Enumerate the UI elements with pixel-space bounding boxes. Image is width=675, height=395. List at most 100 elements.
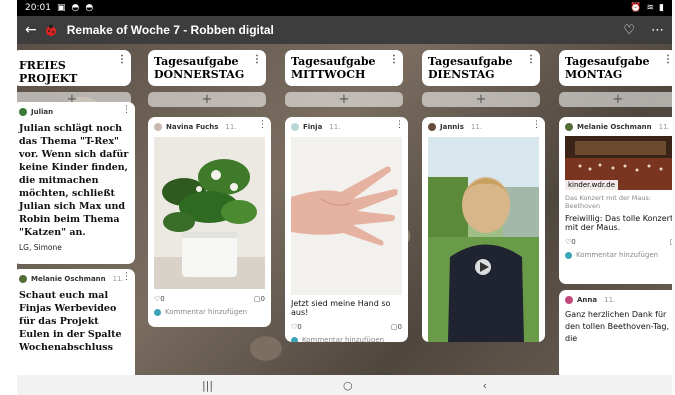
column-title-line1: Tagesaufgabe <box>291 55 376 68</box>
avatar <box>291 123 299 131</box>
app-frame: 20:01 ▣ ◓ ◓ ⏰ ≋ ▮ ← Remake of Woche 7 - … <box>17 0 672 395</box>
column-header: Tagesaufgabe MONTAG ⋮ <box>559 50 672 86</box>
column-header: FREIES PROJEKT ⋮ <box>17 50 131 86</box>
author-name: Jannis <box>440 123 464 131</box>
column-freies-projekt: FREIES PROJEKT ⋮ + <box>17 50 131 107</box>
column-title-line1: Tagesaufgabe <box>154 55 239 68</box>
column-menu-icon[interactable]: ⋮ <box>117 53 127 66</box>
author-name: Anna <box>577 296 598 304</box>
post-text: Freiwillig: Das tolle Konzert mit der Ma… <box>565 214 672 232</box>
author-name: Navina Fuchs <box>166 123 219 131</box>
column-mittwoch: Tagesaufgabe MITTWOCH ⋮ + <box>285 50 403 107</box>
post-text: Schaut euch mal Finjas Werbevideo für da… <box>19 290 122 353</box>
video-thumbnail[interactable] <box>428 137 539 342</box>
image-notification-icon: ▣ <box>56 3 66 13</box>
link-source-label: kinder.wdr.de <box>565 180 619 190</box>
post-card-anna[interactable]: ⋮ Anna11. Ganz herzlichen Dank für den t… <box>559 290 672 375</box>
alarm-icon: ⏰ <box>630 3 642 13</box>
like-button[interactable]: ♡0 <box>154 295 165 303</box>
avatar <box>19 108 27 116</box>
column-title-line2: MITTWOCH <box>291 68 366 81</box>
post-card-melanie-2[interactable]: ⋮ Melanie Oschmann11. kinder.wdr.de Das … <box>559 117 672 284</box>
column-title-line2: DIENSTAG <box>428 68 495 81</box>
post-card-jannis[interactable]: ⋮ Jannis 11. <box>422 117 545 342</box>
home-icon[interactable]: ○ <box>343 379 353 392</box>
comment-count-button[interactable]: ▢ <box>669 238 672 246</box>
author-name: Melanie Oschmann <box>577 123 652 131</box>
column-dienstag: Tagesaufgabe DIENSTAG ⋮ + <box>422 50 540 107</box>
post-menu-icon[interactable]: ⋮ <box>669 120 672 130</box>
post-signature: LG, Simone <box>19 243 62 252</box>
back-icon[interactable]: ‹ <box>483 379 487 392</box>
column-header: Tagesaufgabe MITTWOCH ⋮ <box>285 50 403 86</box>
link-title: Das Konzert mit der Maus: Beethoven <box>565 194 652 210</box>
post-menu-icon[interactable]: ⋮ <box>122 272 131 282</box>
column-title-line2: DONNERSTAG <box>154 68 245 81</box>
post-card-finja[interactable]: ⋮ Finja 11. Jetzt sied meine Hand so aus!… <box>285 117 408 342</box>
post-menu-icon[interactable]: ⋮ <box>258 120 267 130</box>
like-button[interactable]: ♡0 <box>565 238 576 246</box>
post-text: Ganz herzlichen Dank für den tollen Beet… <box>565 310 670 343</box>
add-post-button[interactable]: + <box>422 92 540 107</box>
add-post-button[interactable]: + <box>559 92 672 107</box>
post-card-navina[interactable]: ⋮ Navina Fuchs 11. ♡0 ▢0 Kommentar hinzu… <box>148 117 271 327</box>
add-post-button[interactable]: + <box>285 92 403 107</box>
post-card-julian[interactable]: ⋮ Julian Julian schlägt noch das Thema "… <box>17 102 135 264</box>
post-menu-icon[interactable]: ⋮ <box>122 105 131 115</box>
add-comment-field[interactable]: Kommentar hinzufügen <box>154 308 265 316</box>
column-menu-icon[interactable]: ⋮ <box>252 53 262 66</box>
concert-photo[interactable]: kinder.wdr.de <box>565 136 672 190</box>
column-header: Tagesaufgabe DONNERSTAG ⋮ <box>148 50 266 86</box>
post-menu-icon[interactable]: ⋮ <box>669 293 672 303</box>
avatar <box>428 123 436 131</box>
status-bar: 20:01 ▣ ◓ ◓ ⏰ ≋ ▮ <box>17 0 672 16</box>
column-title-line1: Tagesaufgabe <box>565 55 650 68</box>
post-caption: Jetzt sied meine Hand so aus! <box>291 299 391 317</box>
author-name: Julian <box>31 108 54 116</box>
column-montag: Tagesaufgabe MONTAG ⋮ + <box>559 50 672 107</box>
avatar <box>565 123 573 131</box>
avatar <box>154 123 162 131</box>
avatar <box>154 308 161 316</box>
battery-icon: ▮ <box>659 3 664 13</box>
avatar <box>19 275 27 283</box>
gamepad-notification-icon-2: ◓ <box>85 3 94 13</box>
column-menu-icon[interactable]: ⋮ <box>663 53 672 66</box>
plant-photo[interactable] <box>154 137 265 289</box>
wifi-icon: ≋ <box>646 3 655 13</box>
avatar <box>565 251 572 259</box>
column-title-line1: Tagesaufgabe <box>428 55 513 68</box>
ladybug-icon <box>45 24 57 36</box>
post-text: Julian schlägt noch das Thema "T-Rex" vo… <box>19 123 129 238</box>
column-menu-icon[interactable]: ⋮ <box>389 53 399 66</box>
avatar <box>291 336 298 342</box>
post-menu-icon[interactable]: ⋮ <box>395 120 404 130</box>
column-donnerstag: Tagesaufgabe DONNERSTAG ⋮ + <box>148 50 266 107</box>
app-bar: ← Remake of Woche 7 - Robben digital ♡ ⋯ <box>17 16 672 44</box>
column-menu-icon[interactable]: ⋮ <box>526 53 536 66</box>
add-comment-field[interactable]: Kommentar hinzufügen <box>565 251 672 259</box>
like-button[interactable]: ♡0 <box>291 323 302 331</box>
avatar <box>565 296 573 304</box>
recent-apps-icon[interactable]: ||| <box>202 379 213 392</box>
author-name: Finja <box>303 123 323 131</box>
hand-photo[interactable] <box>291 137 402 295</box>
heart-icon[interactable]: ♡ <box>623 23 635 38</box>
add-post-button[interactable]: + <box>148 92 266 107</box>
padlet-board[interactable]: FREIES PROJEKT ⋮ + ⋮ Julian Julian schlä… <box>17 44 672 375</box>
page-title: Remake of Woche 7 - Robben digital <box>66 23 274 37</box>
add-comment-field[interactable]: Kommentar hinzufügen <box>291 336 402 342</box>
comment-count-button[interactable]: ▢0 <box>254 295 265 303</box>
system-navigation-bar: ||| ○ ‹ <box>17 375 672 395</box>
more-options-icon[interactable]: ⋯ <box>651 23 664 38</box>
post-menu-icon[interactable]: ⋮ <box>532 120 541 130</box>
status-time: 20:01 <box>25 3 51 13</box>
column-title: FREIES PROJEKT <box>19 59 78 85</box>
comment-count-button[interactable]: ▢0 <box>391 323 402 331</box>
gamepad-notification-icon: ◓ <box>71 3 80 13</box>
author-name: Melanie Oschmann <box>31 275 106 283</box>
column-title-line2: MONTAG <box>565 68 623 81</box>
column-header: Tagesaufgabe DIENSTAG ⋮ <box>422 50 540 86</box>
post-card-melanie-1[interactable]: ⋮ Melanie Oschmann 11. Schaut euch mal Fi… <box>17 269 135 375</box>
back-arrow-icon[interactable]: ← <box>25 22 37 38</box>
